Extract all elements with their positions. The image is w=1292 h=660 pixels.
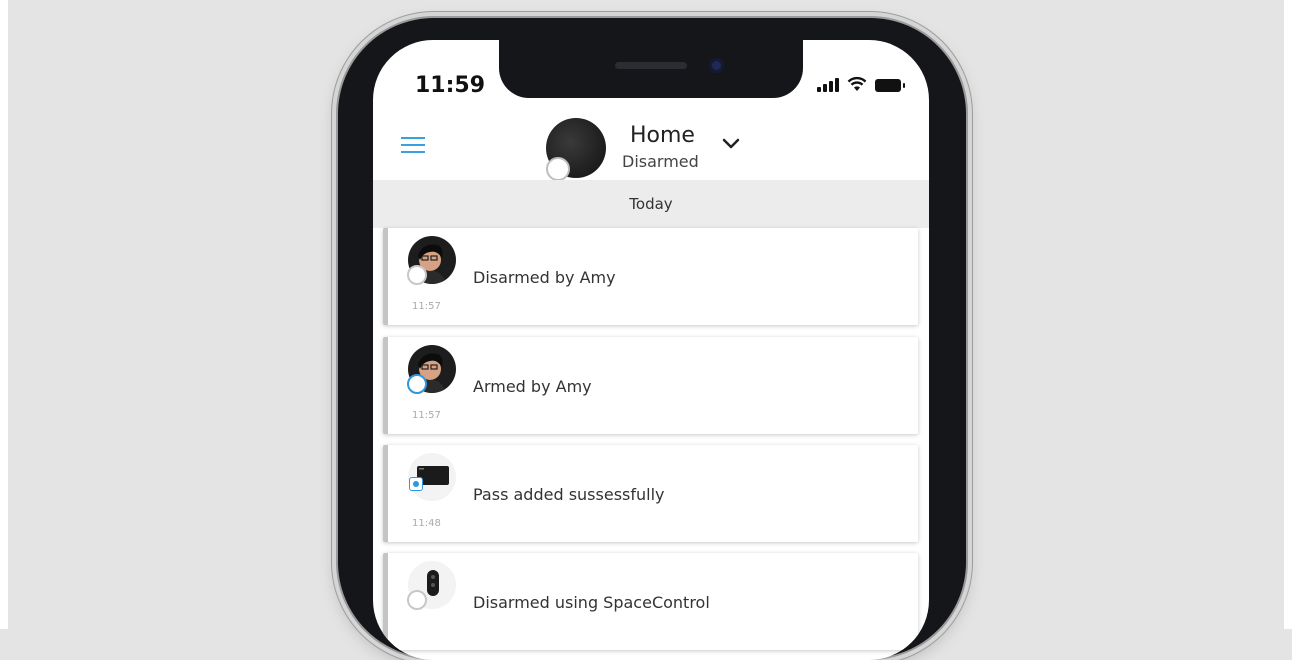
hub-name[interactable]: Home xyxy=(630,123,695,148)
event-text: Disarmed by Amy xyxy=(473,268,616,287)
date-label: Today xyxy=(629,195,673,213)
event-time: 11:57 xyxy=(412,410,441,421)
app-header: Home Disarmed xyxy=(373,115,929,181)
event-text: Armed by Amy xyxy=(473,377,592,396)
date-separator: Today xyxy=(373,180,929,228)
status-time: 11:59 xyxy=(415,73,486,98)
event-card[interactable]: Pass added sussessfully 11:48 xyxy=(383,445,918,542)
event-text: Disarmed using SpaceControl xyxy=(473,593,710,612)
status-icons xyxy=(817,76,905,92)
front-camera-icon xyxy=(709,58,724,73)
event-card[interactable]: Armed by Amy 11:57 xyxy=(383,337,918,434)
volume-down-button xyxy=(333,365,337,417)
left-frame xyxy=(0,0,8,629)
side-button xyxy=(333,460,337,512)
right-frame xyxy=(1284,0,1292,629)
armed-status-icon xyxy=(407,374,427,394)
side-switch-button xyxy=(333,185,337,237)
cellular-signal-icon xyxy=(817,76,839,92)
notch xyxy=(499,40,803,98)
disarm-status-icon xyxy=(407,265,427,285)
event-card[interactable]: Disarmed using SpaceControl xyxy=(383,553,918,650)
event-time: 11:48 xyxy=(412,518,441,529)
app-screen: 11:59 Home Disarmed Today Disarmed by Am… xyxy=(373,40,929,660)
hamburger-menu-icon[interactable] xyxy=(401,135,425,155)
event-card[interactable]: Disarmed by Amy 11:57 xyxy=(383,228,918,325)
hub-status: Disarmed xyxy=(622,152,699,171)
event-time: 11:57 xyxy=(412,301,441,312)
volume-up-button xyxy=(333,262,337,314)
hub-status-ring-icon xyxy=(546,157,570,181)
battery-icon xyxy=(875,79,905,92)
chevron-down-icon[interactable] xyxy=(720,132,742,154)
speaker-grille xyxy=(615,62,687,69)
event-text: Pass added sussessfully xyxy=(473,485,665,504)
disarm-status-icon xyxy=(407,590,427,610)
keypad-device-icon xyxy=(409,477,423,491)
wifi-icon xyxy=(847,76,867,91)
